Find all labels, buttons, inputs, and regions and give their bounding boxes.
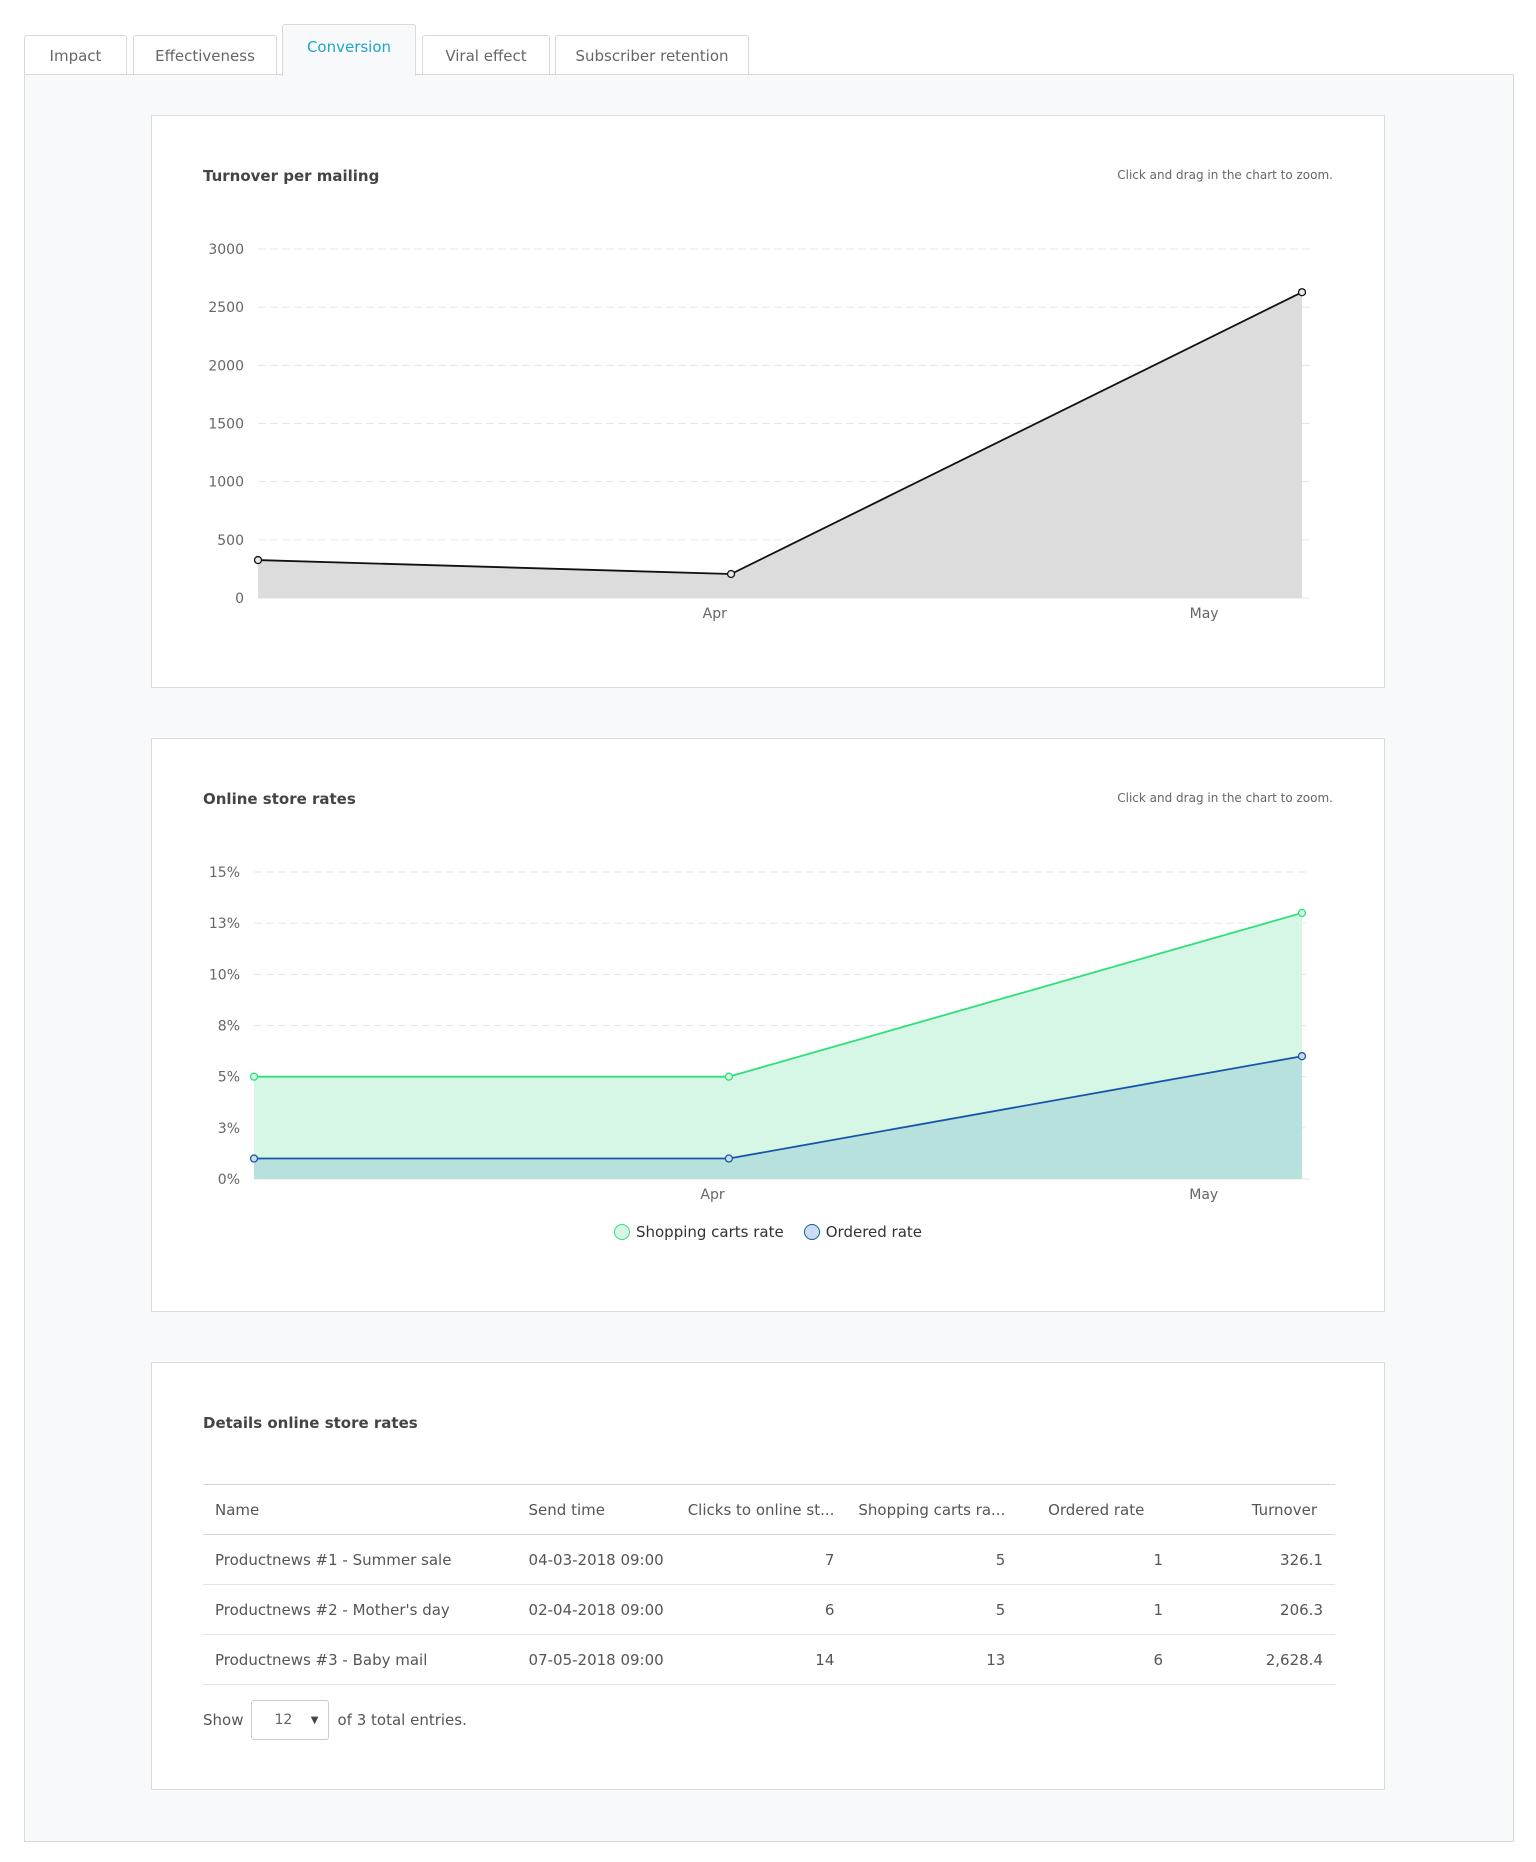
x-tick-label: May <box>1189 1187 1218 1203</box>
column-header-name[interactable]: Name <box>203 1484 517 1535</box>
column-header-clicks[interactable]: Clicks to online st... <box>675 1484 847 1535</box>
cell-send-time: 02-04-2018 09:00 <box>516 1584 676 1635</box>
caret-down-icon: ▼ <box>310 1714 319 1726</box>
data-point <box>249 1072 259 1081</box>
data-point <box>253 555 263 565</box>
y-tick-label: 1000 <box>208 475 244 491</box>
column-header-turnover[interactable]: Turnover <box>1175 1484 1335 1535</box>
details-card: Details online store rates Name Send tim… <box>151 1362 1385 1790</box>
y-tick-label: 10% <box>209 967 240 983</box>
cell-clicks: 14 <box>675 1634 847 1685</box>
data-point <box>1297 288 1307 297</box>
tab-conversion[interactable]: Conversion <box>282 24 416 76</box>
tab-panel-conversion: Turnover per mailing Click and drag in t… <box>24 74 1514 1842</box>
cell-shopping-carts-rate: 5 <box>846 1534 1018 1585</box>
series-0-area <box>258 292 1302 598</box>
cell-clicks: 6 <box>675 1584 847 1635</box>
total-entries-text: of 3 total entries. <box>337 1711 467 1729</box>
legend-label-shopping-carts-rate: Shopping carts rate <box>635 1223 784 1241</box>
details-title: Details online store rates <box>203 1414 418 1432</box>
tab-impact[interactable]: Impact <box>24 35 127 75</box>
y-tick-label: 3% <box>218 1121 240 1137</box>
cell-clicks: 7 <box>675 1534 847 1585</box>
data-point <box>249 1154 259 1163</box>
x-tick-label: Apr <box>703 606 727 622</box>
y-tick-label: 2000 <box>208 358 244 374</box>
legend-marker-ordered <box>803 1224 820 1240</box>
turnover-chart[interactable]: 0 500 1000 1500 2000 2500 3000 Apr May <box>152 116 1386 689</box>
column-header-ordered-rate[interactable]: Ordered rate <box>1017 1484 1176 1535</box>
rates-chart-card: Online store rates Click and drag in the… <box>151 738 1385 1312</box>
cell-ordered-rate: 6 <box>1017 1634 1176 1685</box>
data-point <box>1297 1052 1307 1061</box>
rates-legend: Shopping carts rate Ordered rate <box>152 1223 1384 1241</box>
data-point <box>1297 908 1307 918</box>
x-tick-label: Apr <box>700 1187 724 1203</box>
cell-name: Productnews #3 - Baby mail <box>203 1634 517 1685</box>
table-row[interactable]: Productnews #3 - Baby mail 07-05-2018 09… <box>203 1634 1335 1685</box>
cell-shopping-carts-rate: 13 <box>846 1634 1018 1685</box>
cell-shopping-carts-rate: 5 <box>846 1584 1018 1635</box>
cell-ordered-rate: 1 <box>1017 1534 1176 1585</box>
cell-ordered-rate: 1 <box>1017 1584 1176 1635</box>
y-tick-label: 2500 <box>208 300 244 316</box>
legend-item-ordered-rate[interactable]: Ordered rate <box>803 1223 923 1241</box>
cell-send-time: 04-03-2018 09:00 <box>516 1534 676 1585</box>
legend-item-shopping-carts-rate[interactable]: Shopping carts rate <box>613 1223 784 1241</box>
table-row[interactable]: Productnews #1 - Summer sale 04-03-2018 … <box>203 1534 1335 1585</box>
y-tick-label: 1500 <box>208 417 244 433</box>
y-tick-label: 0% <box>218 1172 240 1188</box>
cell-turnover: 326.1 <box>1175 1534 1335 1585</box>
legend-label-ordered-rate: Ordered rate <box>825 1223 923 1241</box>
details-table: Name Send time Clicks to online st... Sh… <box>203 1484 1335 1685</box>
show-label: Show <box>203 1711 244 1729</box>
y-tick-label: 0 <box>235 591 244 607</box>
page-size-value: 12 <box>274 1712 293 1728</box>
tab-effectiveness[interactable]: Effectiveness <box>133 35 277 75</box>
data-point <box>724 1154 734 1163</box>
cell-send-time: 07-05-2018 09:00 <box>516 1634 676 1685</box>
column-header-shopping-carts-rate[interactable]: Shopping carts ra... <box>846 1484 1018 1535</box>
page-size-select[interactable]: 12 ▼ <box>251 1700 330 1740</box>
tab-bar: Impact Effectiveness Conversion Viral ef… <box>24 24 1514 76</box>
y-tick-label: 13% <box>209 916 240 932</box>
cell-turnover: 206.3 <box>1175 1584 1335 1635</box>
y-tick-label: 5% <box>218 1070 240 1086</box>
table-header-row: Name Send time Clicks to online st... Sh… <box>203 1484 1335 1535</box>
cell-name: Productnews #1 - Summer sale <box>203 1534 517 1585</box>
cell-name: Productnews #2 - Mother's day <box>203 1584 517 1635</box>
cell-turnover: 2,628.4 <box>1175 1634 1335 1685</box>
turnover-chart-card: Turnover per mailing Click and drag in t… <box>151 115 1385 688</box>
column-header-send-time[interactable]: Send time <box>516 1484 676 1535</box>
y-tick-label: 3000 <box>208 242 244 258</box>
y-tick-label: 500 <box>217 533 244 549</box>
y-tick-label: 15% <box>209 865 240 881</box>
x-tick-label: May <box>1190 606 1219 622</box>
data-point <box>726 569 736 579</box>
pagination-bar: Show 12 ▼ of 3 total entries. <box>203 1700 467 1740</box>
tab-subscriber-retention[interactable]: Subscriber retention <box>555 35 749 75</box>
table-row[interactable]: Productnews #2 - Mother's day 02-04-2018… <box>203 1584 1335 1635</box>
y-tick-label: 8% <box>218 1019 240 1035</box>
tab-viral-effect[interactable]: Viral effect <box>422 35 550 75</box>
data-point <box>724 1072 734 1081</box>
legend-marker-shopping-carts <box>613 1224 630 1240</box>
